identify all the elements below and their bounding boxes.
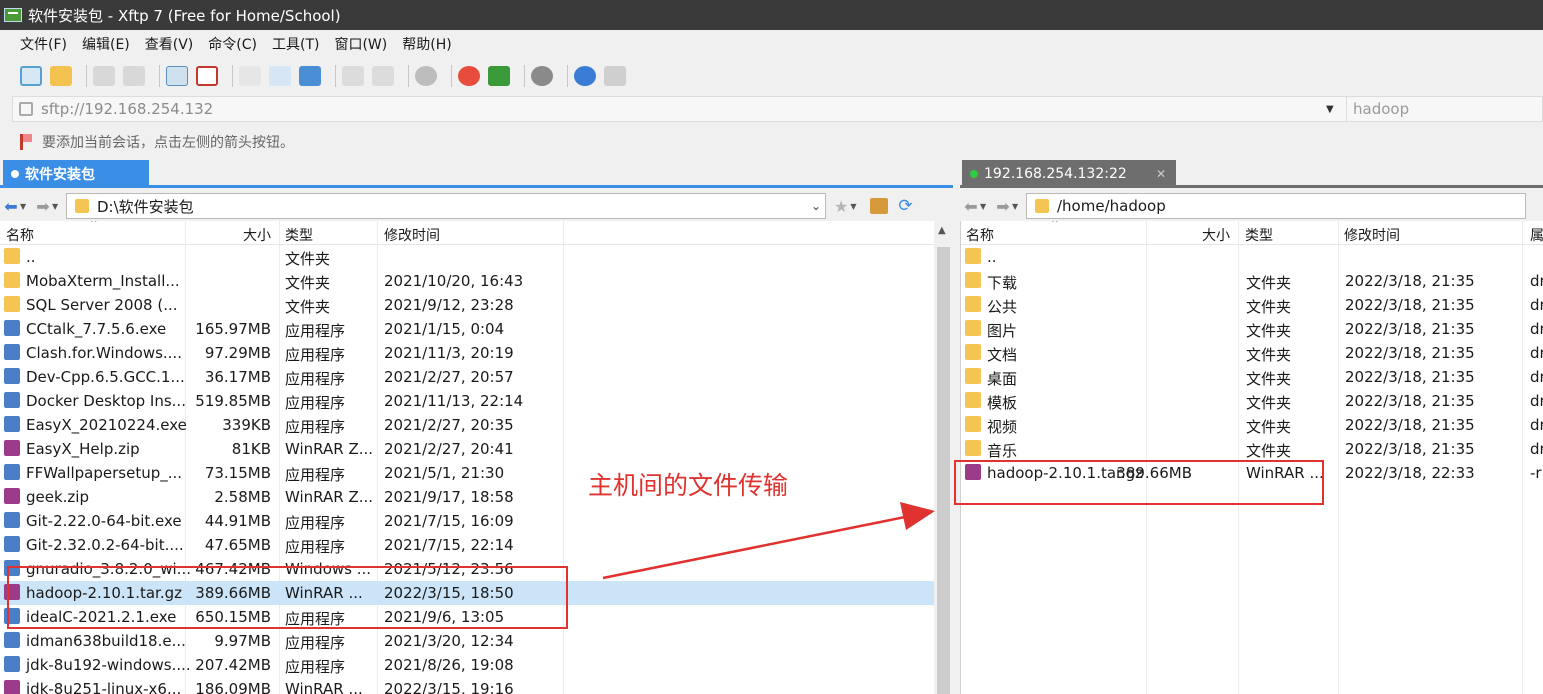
xftp-window: 软件安装包 - Xftp 7 (Free for Home/School) 文件… [0, 0, 1543, 694]
arrow-head-icon [900, 502, 935, 530]
highlight-box-local [7, 566, 568, 629]
arrow-line [602, 514, 911, 580]
highlight-box-remote [954, 460, 1324, 505]
